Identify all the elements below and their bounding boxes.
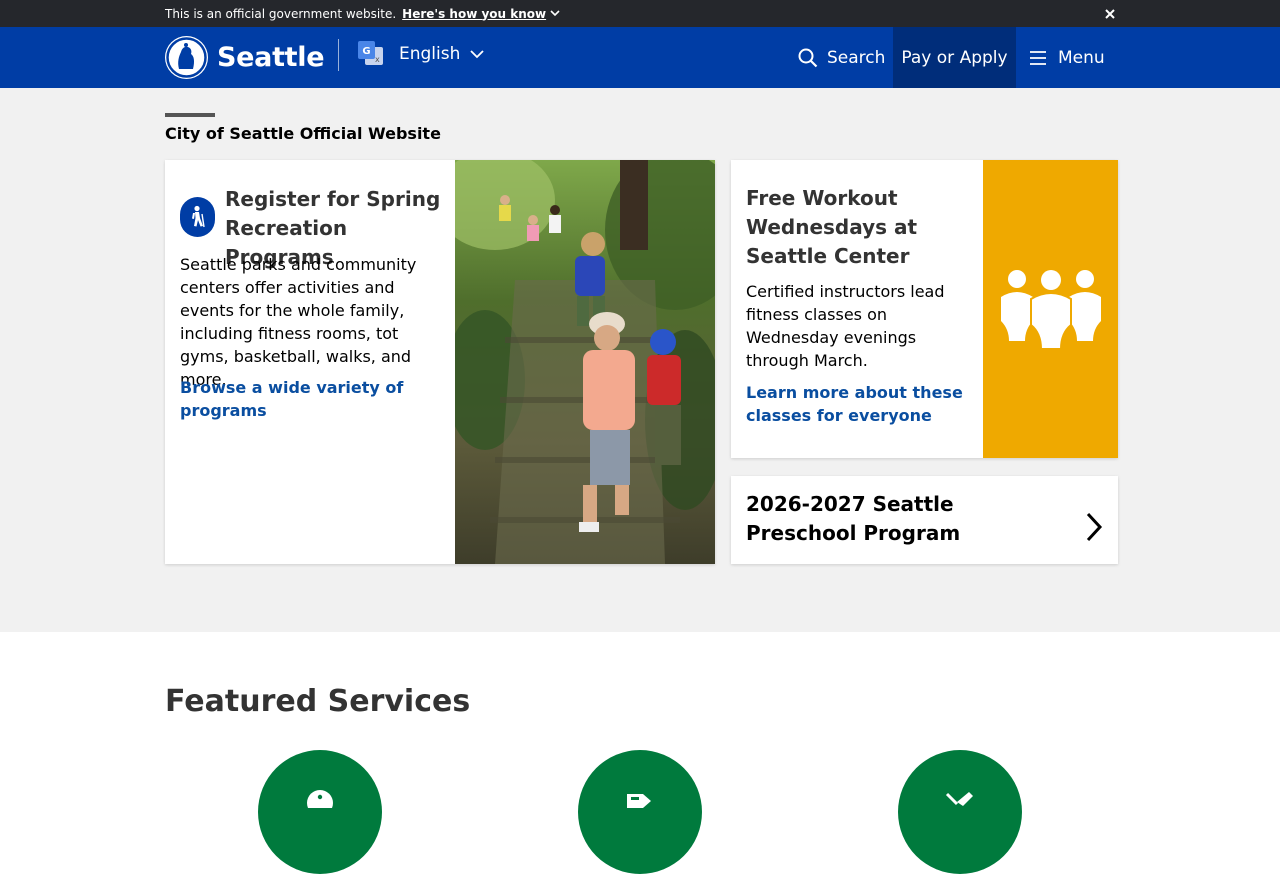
ticket-icon	[627, 794, 651, 808]
featured-service-ticket[interactable]	[578, 750, 702, 874]
site-header: Seattle G x English Search Pay or Apply …	[0, 27, 1280, 88]
hamburger-icon	[1030, 50, 1046, 65]
pay-or-apply-button[interactable]: Pay or Apply	[893, 27, 1016, 88]
logo-text: Seattle	[217, 42, 325, 73]
menu-label[interactable]: Menu	[1058, 48, 1105, 68]
search-button[interactable]: Search	[798, 27, 885, 88]
hero-section: City of Seattle Official Website Registe…	[0, 88, 1280, 632]
pay-or-apply-label[interactable]: Pay or Apply	[901, 48, 1007, 68]
header-divider	[338, 39, 339, 71]
menu-button[interactable]: Menu	[1030, 27, 1105, 88]
seattle-logo[interactable]: Seattle	[165, 36, 325, 79]
chevron-down-icon	[550, 10, 560, 17]
card-title[interactable]: 2026-2027 Seattle Preschool Program	[746, 490, 1066, 548]
featured-services-title: Featured Services	[165, 684, 471, 719]
workout-image-panel	[983, 160, 1118, 458]
heres-how-label[interactable]: Here's how you know	[402, 7, 546, 21]
info-icon	[307, 790, 333, 808]
gov-banner-text: This is an official government website.	[165, 6, 397, 21]
svg-text:x: x	[375, 55, 380, 64]
heres-how-link[interactable]: Here's how you know	[402, 7, 560, 21]
gov-banner: This is an official government website. …	[0, 0, 1280, 27]
search-icon	[798, 48, 818, 67]
chevron-down-icon	[470, 49, 485, 58]
learn-more-classes-link[interactable]: Learn more about these classes for every…	[746, 381, 971, 427]
preschool-program-card[interactable]: 2026-2027 Seattle Preschool Program	[731, 476, 1118, 564]
browse-programs-link[interactable]: Browse a wide variety of programs	[180, 376, 450, 422]
tool-icon	[945, 792, 973, 806]
language-label[interactable]: English	[399, 44, 460, 64]
close-icon[interactable]	[1103, 7, 1117, 21]
kids-climbing-photo	[455, 160, 715, 564]
eyebrow-title: City of Seattle Official Website	[165, 124, 441, 143]
featured-service-info[interactable]	[258, 750, 382, 874]
google-translate-icon: G x	[358, 41, 384, 67]
card-body: Seattle parks and community centers offe…	[180, 255, 417, 389]
group-people-icon	[1000, 269, 1101, 349]
chevron-right-icon	[1086, 512, 1103, 542]
card-title: Free Workout Wednesdays at Seattle Cente…	[746, 186, 918, 268]
seattle-seal-icon	[165, 36, 208, 79]
hiking-icon	[180, 197, 215, 237]
language-selector[interactable]: G x English	[358, 41, 485, 67]
svg-text:G: G	[362, 46, 370, 57]
featured-service-tool[interactable]	[898, 750, 1022, 874]
eyebrow-bar	[165, 113, 215, 117]
card-body: Certified instructors lead fitness class…	[746, 282, 945, 370]
spring-recreation-card: Register for Spring Recreation Programs …	[165, 160, 715, 564]
free-workout-card: Free Workout Wednesdays at Seattle Cente…	[731, 160, 1118, 458]
search-label[interactable]: Search	[827, 48, 885, 68]
